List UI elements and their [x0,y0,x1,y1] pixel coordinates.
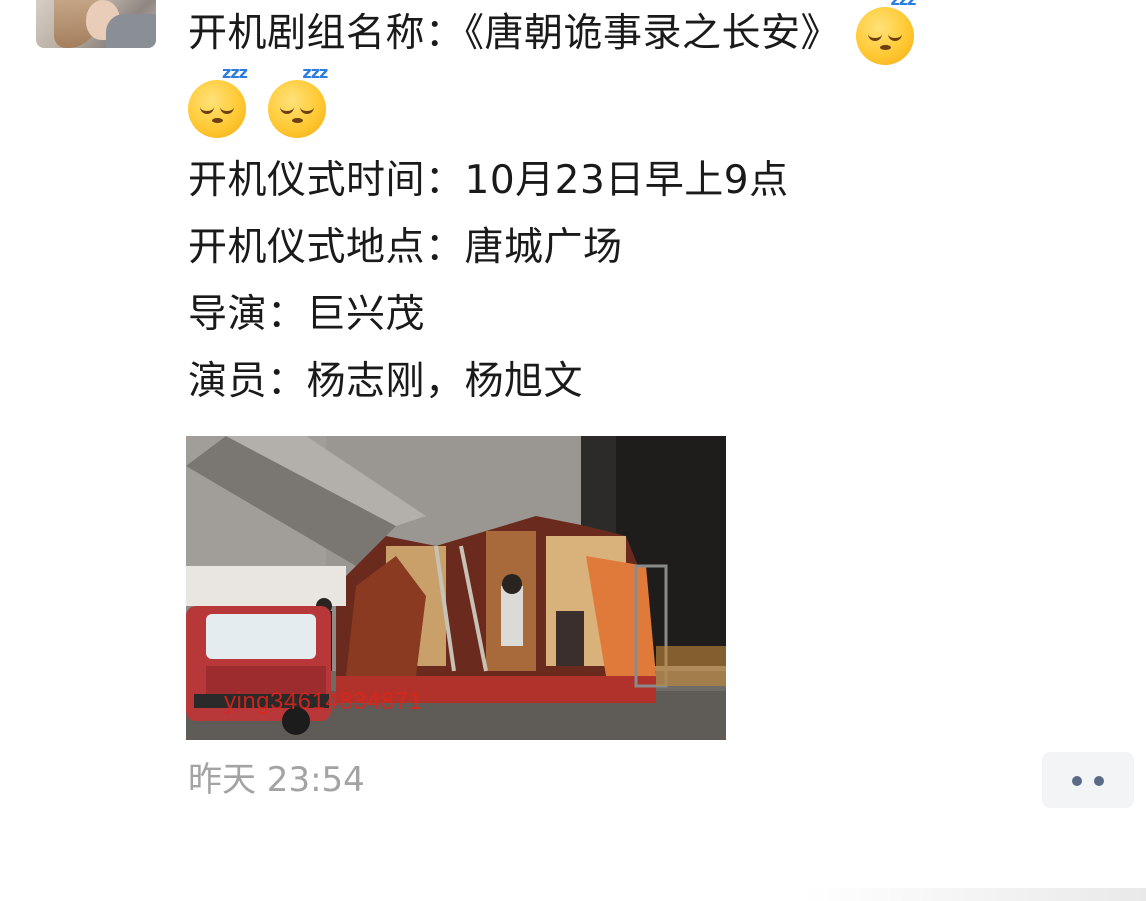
post-page: 开机剧组名称：《唐朝诡事录之长安》 zzz zzz zzz 开机仪式时间：10月… [0,0,1146,901]
emoji-zzz: zzz [222,62,248,82]
post-timestamp: 昨天 23:54 [188,760,365,800]
message-line-ceremony-location: 开机仪式地点：唐城广场 [188,214,1118,281]
sleeping-face-icon: zzz [188,64,248,138]
sleeping-face-icon: zzz [268,64,328,138]
photo-watermark: ying34614834871 [224,688,423,715]
avatar[interactable] [36,0,156,48]
ceremony-location-label: 开机仪式地点： [188,225,465,270]
director-value: 巨兴茂 [306,292,426,337]
ceremony-time-label: 开机仪式时间： [188,158,465,203]
message-line-director: 导演：巨兴茂 [188,281,1118,348]
message-line-ceremony-time: 开机仪式时间：10月23日早上9点 [188,147,1118,214]
message-line-emojis: zzz zzz [188,64,1118,147]
crew-name-value: 《唐朝诡事录之长安》 [464,11,841,56]
message-text: 开机剧组名称：《唐朝诡事录之长安》 zzz zzz zzz 开机仪式时间：10月… [188,0,1118,415]
attached-photo[interactable]: ying34614834871 [186,436,726,740]
message-line-cast: 演员：杨志刚，杨旭文 [188,348,1118,415]
emoji-zzz: zzz [890,0,916,7]
director-label: 导演： [188,292,307,337]
emoji-zzz: zzz [302,62,328,82]
cast-label: 演员： [188,359,307,404]
sleeping-face-icon: zzz [856,0,916,65]
message-line-crew-name: 开机剧组名称：《唐朝诡事录之长安》 zzz [188,0,1118,67]
ceremony-time-value: 10月23日早上9点 [464,158,789,203]
crew-name-label: 开机剧组名称： [188,11,465,56]
more-dots-icon [1072,776,1082,786]
bottom-divider [0,888,1146,901]
cast-value: 杨志刚，杨旭文 [306,359,584,404]
avatar-shirt [106,14,156,48]
ceremony-location-value: 唐城广场 [464,225,623,270]
more-button[interactable] [1042,752,1134,808]
more-dots-icon [1094,776,1104,786]
